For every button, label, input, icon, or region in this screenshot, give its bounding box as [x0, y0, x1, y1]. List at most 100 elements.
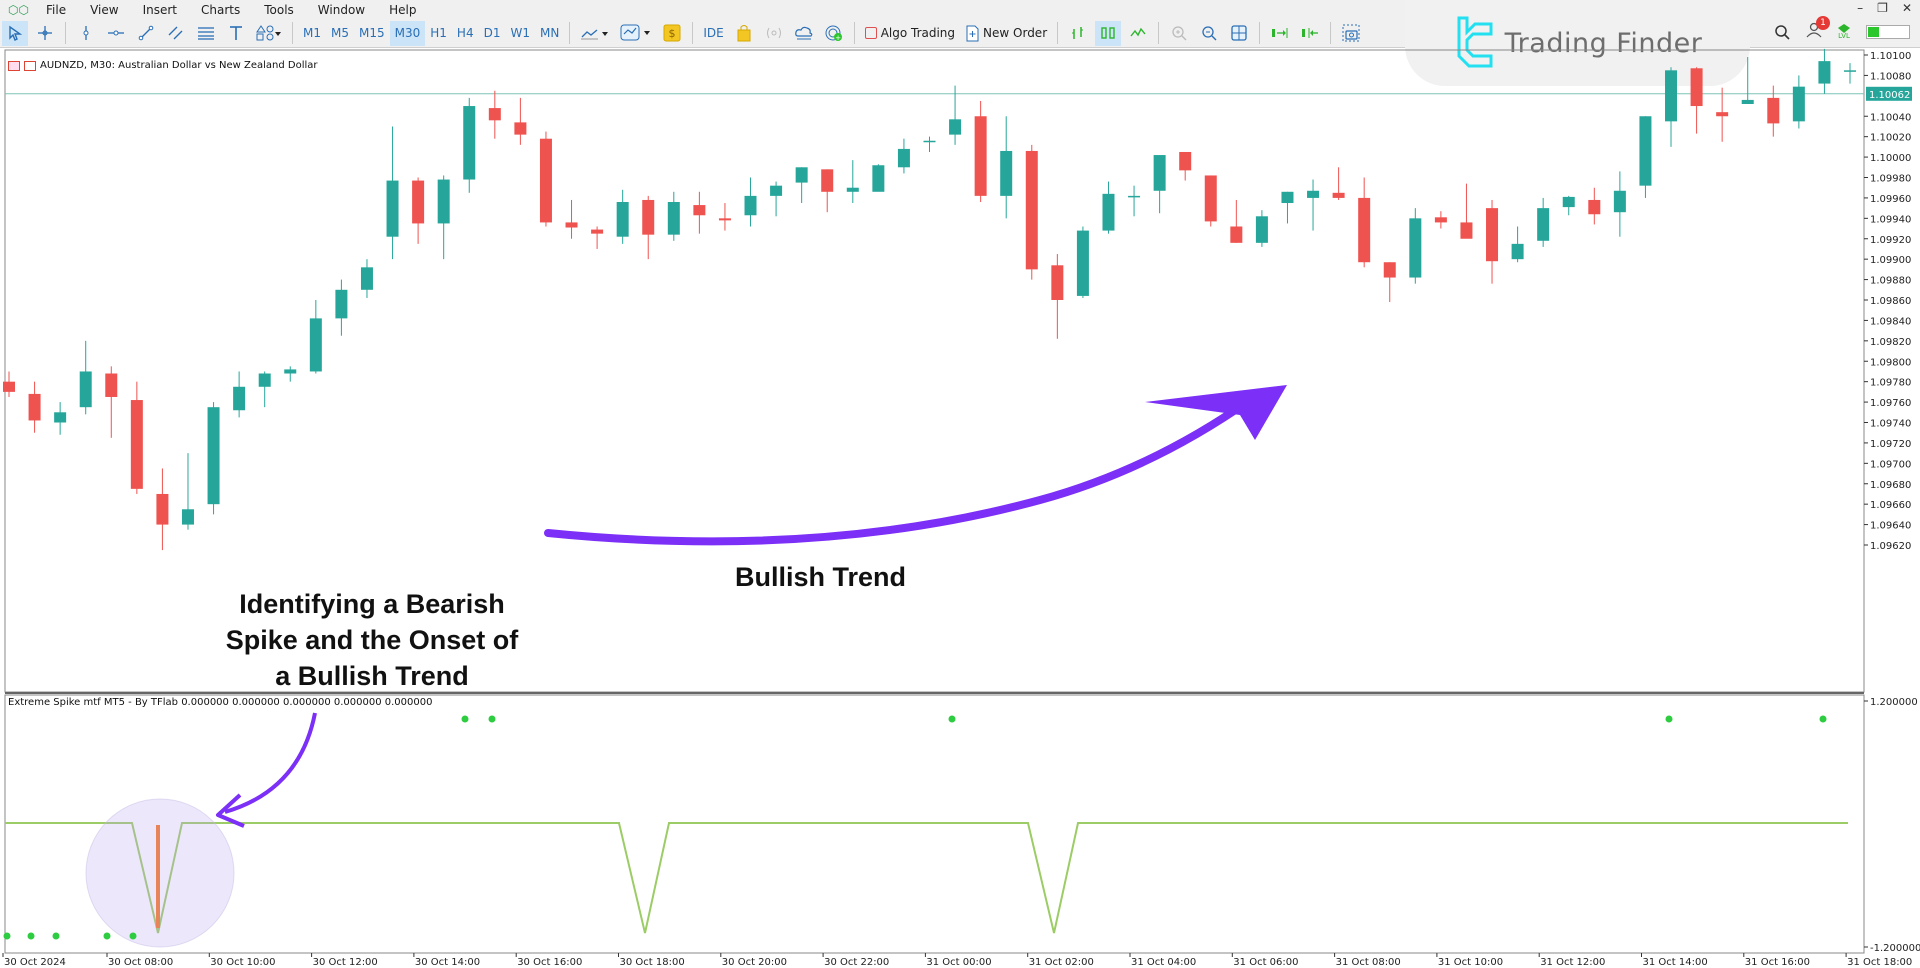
bullish-candle: [258, 373, 271, 387]
signal-dot-top: [1665, 715, 1673, 723]
x-tick-label: 31 Oct 06:00: [1233, 957, 1298, 968]
bearish-candle: [1358, 197, 1371, 263]
bearish-candle: [130, 400, 143, 489]
bullish-candle: [1818, 61, 1831, 84]
y-tick-label: 1.09940: [1870, 214, 1911, 225]
indicator-line: [5, 822, 1848, 934]
bearish-candle: [28, 393, 41, 421]
bullish-candle: [1741, 99, 1754, 104]
signal-dot-bottom: [3, 932, 11, 940]
bullish-candle: [437, 179, 450, 224]
bullish-candle: [1511, 243, 1524, 260]
bearish-candle: [693, 205, 706, 216]
x-tick-label: 30 Oct 22:00: [824, 957, 889, 968]
bearish-candle: [1025, 150, 1038, 270]
y-tick-label: 1.09920: [1870, 235, 1911, 246]
x-tick-label: 30 Oct 2024: [4, 957, 66, 968]
y-tick-label: 1.09880: [1870, 276, 1911, 287]
y-tick-label: 1.09820: [1870, 337, 1911, 348]
bearish-candle: [1230, 226, 1243, 243]
signal-dot-top: [461, 715, 469, 723]
bullish-candle: [897, 148, 910, 168]
bullish-candle: [1844, 70, 1856, 72]
y-tick-label: 1.10100: [1870, 51, 1911, 62]
bullish-candle: [1000, 150, 1013, 196]
bullish-trend-arrow: [544, 396, 1254, 546]
bullish-candle: [335, 289, 348, 319]
bullish-candle: [872, 165, 885, 192]
y-tick-label: 1.09760: [1870, 398, 1911, 409]
x-tick-label: 30 Oct 18:00: [620, 957, 685, 968]
bullish-candle: [1792, 86, 1805, 122]
bearish-candle: [3, 381, 15, 392]
y-tick-label: 1.09640: [1870, 521, 1911, 532]
bearish-candle: [488, 108, 501, 121]
signal-dot-bottom: [52, 932, 60, 940]
x-tick-label: 31 Oct 00:00: [926, 957, 991, 968]
y-tick-label: 1.09680: [1870, 480, 1911, 491]
x-tick-label: 30 Oct 20:00: [722, 957, 787, 968]
bearish-candle: [1690, 68, 1703, 107]
bullish-candle: [616, 202, 629, 237]
y-tick-label: 1.09620: [1870, 541, 1911, 552]
y-tick-label: 1.09740: [1870, 419, 1911, 430]
y-tick-label: 1.10080: [1870, 71, 1911, 82]
y-tick-label: 1.09660: [1870, 500, 1911, 511]
bullish-candle: [1255, 216, 1268, 243]
x-tick-label: 30 Oct 16:00: [517, 957, 582, 968]
chart-canvas[interactable]: 1.10100 1.10080 1.10040 1.10020 1.10000 1.099…: [0, 0, 1920, 968]
bearish-candle: [412, 180, 425, 224]
x-tick-label: 31 Oct 10:00: [1438, 957, 1503, 968]
bearish-candle: [1332, 192, 1345, 198]
bullish-candle: [795, 167, 808, 183]
chart-envelope-icon: [24, 60, 36, 71]
x-tick-label: 30 Oct 08:00: [108, 957, 173, 968]
bearish-candle: [1716, 112, 1729, 117]
signal-dot-top: [1819, 715, 1827, 723]
bearish-candle: [539, 138, 552, 223]
x-tick-label: 31 Oct 14:00: [1643, 957, 1708, 968]
chart-grid-icon: [8, 60, 20, 71]
bullish-candle: [846, 187, 859, 192]
bullish-candle: [1076, 230, 1089, 296]
bullish-candle: [1665, 70, 1678, 122]
signal-dot-top: [488, 715, 496, 723]
bullish-candle: [463, 106, 476, 180]
y-tick-label: 1.10040: [1870, 112, 1911, 123]
bullish-candle: [309, 318, 322, 372]
bullish-candle: [233, 386, 246, 411]
bullish-candle: [1128, 195, 1141, 198]
bullish-candle: [1281, 191, 1294, 204]
trend-annotation-text: Bullish Trend: [735, 562, 907, 592]
app-window: ⬡⬡ File View Insert Charts Tools Window …: [0, 0, 1920, 968]
bearish-candle: [1383, 262, 1396, 278]
chart-title-text: AUDNZD, M30: Australian Dollar vs New Ze…: [40, 60, 318, 71]
bearish-candle: [821, 169, 834, 192]
bearish-candle: [514, 122, 527, 135]
signal-dot-top: [948, 715, 956, 723]
y-tick-label: 1.10000: [1870, 153, 1911, 164]
y-tick-label: 1.09860: [1870, 296, 1911, 307]
bearish-candle: [1434, 217, 1447, 223]
bearish-candle: [1486, 208, 1499, 262]
bearish-candle: [1767, 97, 1780, 124]
y-tick-label: 1.09720: [1870, 439, 1911, 450]
bearish-candle: [105, 373, 118, 397]
bullish-candle: [770, 185, 783, 196]
x-tick-label: 31 Oct 08:00: [1336, 957, 1401, 968]
bearish-candle: [591, 229, 604, 234]
bearish-candle: [565, 222, 578, 228]
indicator-title: Extreme Spike mtf MT5 - By TFlab 0.00000…: [8, 697, 433, 708]
bullish-candle: [79, 371, 92, 408]
y-tick-label: 1.09960: [1870, 194, 1911, 205]
bearish-candle: [642, 199, 655, 235]
bullish-candle: [667, 202, 680, 235]
bearish-candle: [1460, 222, 1473, 239]
bearish-candle: [1204, 175, 1217, 222]
bearish-candle: [718, 218, 731, 221]
x-tick-label: 31 Oct 12:00: [1540, 957, 1605, 968]
y-tick-label: 1.10020: [1870, 133, 1911, 144]
signal-dot-bottom: [103, 932, 111, 940]
bullish-candle: [1613, 190, 1626, 213]
spike-annotation-text: Identifying a Bearish Spike and the Onse…: [225, 589, 519, 691]
